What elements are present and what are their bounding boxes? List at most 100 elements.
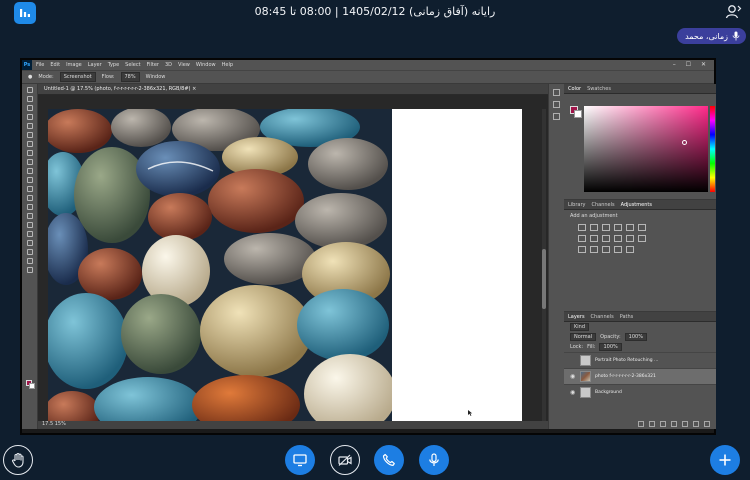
- canvas-photo[interactable]: [48, 109, 392, 427]
- flow-value[interactable]: 78%: [120, 72, 140, 82]
- hue-saturation-icon[interactable]: [578, 235, 586, 242]
- tab-library[interactable]: Library: [568, 202, 585, 208]
- eraser-icon[interactable]: [26, 177, 33, 183]
- brush-tool-icon[interactable]: ●: [28, 74, 32, 80]
- menu-item[interactable]: View: [178, 62, 190, 68]
- threshold-icon[interactable]: [602, 246, 610, 253]
- menu-item[interactable]: File: [36, 62, 44, 68]
- menu-item[interactable]: Image: [66, 62, 82, 68]
- eye-icon[interactable]: ◉: [570, 389, 576, 396]
- dodge-icon[interactable]: [26, 204, 33, 210]
- camera-button[interactable]: [330, 445, 360, 475]
- add-button[interactable]: [710, 445, 740, 475]
- folder-icon[interactable]: [682, 421, 688, 427]
- blend-mode-select[interactable]: Normal: [570, 333, 597, 341]
- window-checkbox[interactable]: Window: [146, 74, 166, 80]
- layer-row-selected[interactable]: ◉ photo f-r-r-r-r-r-r-2-386x321: [564, 368, 716, 384]
- menu-item[interactable]: Layer: [88, 62, 102, 68]
- adjustment-layer-icon[interactable]: [671, 421, 677, 427]
- background-color[interactable]: [574, 110, 582, 118]
- tab-paths[interactable]: Paths: [620, 314, 634, 320]
- color-picker-field[interactable]: [584, 106, 708, 192]
- menu-item[interactable]: Help: [222, 62, 233, 68]
- share-screen-button[interactable]: [285, 445, 315, 475]
- layer-row[interactable]: Portrait Photo Retouching ...: [564, 352, 716, 368]
- posterize-icon[interactable]: [590, 246, 598, 253]
- crop-tool-icon[interactable]: [26, 123, 33, 129]
- channel-mixer-icon[interactable]: [626, 235, 634, 242]
- tab-layers[interactable]: Layers: [568, 314, 585, 320]
- exposure-icon[interactable]: [614, 224, 622, 231]
- quick-select-icon[interactable]: [26, 114, 33, 120]
- tab-color[interactable]: Color: [568, 86, 581, 92]
- mode-select[interactable]: Screenshot: [59, 72, 96, 82]
- blur-icon[interactable]: [26, 195, 33, 201]
- selective-color-icon[interactable]: [614, 246, 622, 253]
- black-white-icon[interactable]: [602, 235, 610, 242]
- trash-icon[interactable]: [704, 421, 710, 427]
- raise-hand-button[interactable]: [3, 445, 33, 475]
- window-controls[interactable]: – ☐ ✕: [673, 61, 710, 68]
- color-lookup-icon[interactable]: [638, 235, 646, 242]
- pen-tool-icon[interactable]: [26, 213, 33, 219]
- invert-icon[interactable]: [578, 246, 586, 253]
- link-icon[interactable]: [638, 421, 644, 427]
- clone-stamp-icon[interactable]: [26, 159, 33, 165]
- background-color[interactable]: [29, 383, 35, 389]
- actions-icon[interactable]: [553, 113, 560, 120]
- ps-logo: Ps: [22, 60, 32, 70]
- tab-channels[interactable]: Channels: [591, 314, 614, 320]
- color-picker-ring[interactable]: [682, 140, 687, 145]
- color-balance-icon[interactable]: [590, 235, 598, 242]
- levels-icon[interactable]: [590, 224, 598, 231]
- zoom-tool-icon[interactable]: [26, 258, 33, 264]
- fill-input[interactable]: 100%: [599, 343, 622, 351]
- user-badge[interactable]: زمانی، محمد: [677, 28, 746, 44]
- shape-tool-icon[interactable]: [26, 240, 33, 246]
- healing-brush-icon[interactable]: [26, 141, 33, 147]
- history-brush-icon[interactable]: [26, 168, 33, 174]
- brush-icon[interactable]: [26, 150, 33, 156]
- document-tab[interactable]: Untitled-1 @ 17.5% (photo, f-r-r-r-r-r-r…: [38, 84, 548, 95]
- opacity-input[interactable]: 100%: [624, 333, 647, 341]
- tab-channels[interactable]: Channels: [591, 202, 614, 208]
- vibrance-icon[interactable]: [626, 224, 634, 231]
- canvas-blank-area[interactable]: [392, 109, 522, 427]
- type-tool-icon[interactable]: [26, 222, 33, 228]
- menu-item[interactable]: Type: [108, 62, 119, 68]
- marquee-tool-icon[interactable]: [26, 96, 33, 102]
- photo-filter-icon[interactable]: [614, 235, 622, 242]
- menu-item[interactable]: Edit: [50, 62, 60, 68]
- properties-icon[interactable]: [553, 101, 560, 108]
- menu-item[interactable]: 3D: [165, 62, 172, 68]
- menu-item[interactable]: Filter: [147, 62, 159, 68]
- hand-tool-icon[interactable]: [26, 249, 33, 255]
- path-select-icon[interactable]: [26, 231, 33, 237]
- tab-adjustments[interactable]: Adjustments: [621, 202, 652, 208]
- microphone-button[interactable]: [419, 445, 449, 475]
- fx-icon[interactable]: [649, 421, 655, 427]
- history-icon[interactable]: [553, 89, 560, 96]
- curves-icon[interactable]: [602, 224, 610, 231]
- gradient-icon[interactable]: [26, 186, 33, 192]
- tab-swatches[interactable]: Swatches: [587, 86, 611, 92]
- gradient-map-icon[interactable]: [626, 246, 634, 253]
- move-tool-icon[interactable]: [26, 87, 33, 93]
- brightness-icon[interactable]: [578, 224, 586, 231]
- layer-kind-filter[interactable]: Kind: [570, 323, 590, 331]
- edit-toolbar-icon[interactable]: [26, 267, 33, 273]
- mask-icon[interactable]: [660, 421, 666, 427]
- eyedropper-icon[interactable]: [26, 132, 33, 138]
- hue-slider[interactable]: [710, 106, 715, 192]
- layer-row[interactable]: ◉ Background: [564, 384, 716, 400]
- user-menu-icon[interactable]: [724, 3, 742, 21]
- call-button[interactable]: [374, 445, 404, 475]
- vertical-scrollbar[interactable]: [542, 109, 546, 427]
- menu-item[interactable]: Select: [125, 62, 140, 68]
- gradient-map-icon[interactable]: [638, 224, 646, 231]
- scrollbar-thumb[interactable]: [542, 249, 546, 309]
- new-layer-icon[interactable]: [693, 421, 699, 427]
- eye-icon[interactable]: ◉: [570, 373, 576, 380]
- lasso-tool-icon[interactable]: [26, 105, 33, 111]
- menu-item[interactable]: Window: [196, 62, 216, 68]
